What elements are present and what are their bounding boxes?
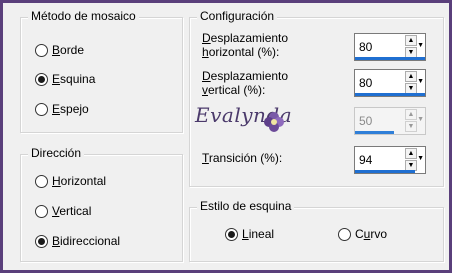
radio-esquina-indicator[interactable] bbox=[35, 72, 48, 86]
horizontal-offset-value[interactable]: 80 bbox=[359, 40, 372, 54]
transition-slider-bar[interactable] bbox=[355, 170, 415, 173]
radio-curvo[interactable]: Curvo bbox=[338, 225, 387, 243]
horizontal-offset-label: Desplazamiento horizontal (%): bbox=[202, 31, 289, 59]
radio-curvo-indicator[interactable] bbox=[338, 227, 351, 241]
radio-curvo-label: Curvo bbox=[355, 227, 388, 241]
radio-lineal-label: Lineal bbox=[242, 227, 275, 241]
disabled-spinbox-arrows: ▲ ▼ bbox=[405, 109, 417, 133]
vertical-offset-arrows[interactable]: ▲ ▼ bbox=[405, 71, 417, 95]
arrow-up-icon: ▲ bbox=[405, 109, 417, 120]
arrow-up-icon[interactable]: ▲ bbox=[405, 148, 417, 159]
radio-lineal-indicator[interactable] bbox=[225, 227, 238, 241]
radio-horizontal[interactable]: Horizontal bbox=[35, 172, 106, 190]
config-group: Configuración Desplazamiento horizontal … bbox=[189, 9, 444, 187]
vertical-offset-slider-bar[interactable] bbox=[355, 93, 425, 96]
arrow-up-icon[interactable]: ▲ bbox=[405, 71, 417, 82]
radio-vertical[interactable]: Vertical bbox=[35, 202, 91, 220]
radio-espejo-label: Espejo bbox=[52, 102, 89, 116]
radio-bidireccional[interactable]: Bidireccional bbox=[35, 232, 120, 250]
disabled-spinbox-value: 50 bbox=[359, 114, 373, 128]
dropdown-icon[interactable]: ▼ bbox=[417, 155, 424, 162]
horizontal-offset-spinbox[interactable]: 80 ▲ ▼ ▼ bbox=[354, 33, 426, 61]
radio-bidireccional-indicator[interactable] bbox=[35, 234, 48, 248]
radio-horizontal-label: Horizontal bbox=[52, 174, 107, 188]
radio-borde-label: Borde bbox=[52, 43, 85, 57]
transition-arrows[interactable]: ▲ ▼ bbox=[405, 148, 417, 172]
transition-label: Transición (%): bbox=[202, 151, 283, 165]
radio-esquina-label: Esquina bbox=[52, 72, 96, 86]
mosaic-method-group: Método de mosaico Borde Esquina Espejo bbox=[20, 9, 183, 133]
corner-style-title: Estilo de esquina bbox=[197, 199, 295, 213]
arrow-down-icon: ▼ bbox=[405, 121, 417, 132]
transition-spinbox[interactable]: 94 ▲ ▼ ▼ bbox=[354, 146, 426, 174]
radio-esquina[interactable]: Esquina bbox=[35, 70, 95, 88]
disabled-spinbox: 50 ▲ ▼ ▼ bbox=[354, 107, 426, 135]
direction-title: Dirección bbox=[28, 146, 85, 160]
dropdown-icon: ▼ bbox=[417, 116, 424, 123]
arrow-up-icon[interactable]: ▲ bbox=[405, 35, 417, 46]
radio-bidireccional-label: Bidireccional bbox=[52, 234, 121, 248]
dialog-frame: Método de mosaico Borde Esquina Espejo D… bbox=[0, 0, 452, 273]
radio-espejo-indicator[interactable] bbox=[35, 102, 48, 116]
vertical-offset-label: Desplazamiento vertical (%): bbox=[202, 69, 289, 97]
flower-icon bbox=[264, 112, 284, 132]
config-title: Configuración bbox=[197, 9, 278, 23]
mosaic-method-title: Método de mosaico bbox=[28, 9, 139, 23]
vertical-offset-value[interactable]: 80 bbox=[359, 76, 372, 90]
horizontal-offset-slider-bar[interactable] bbox=[355, 57, 425, 60]
radio-lineal[interactable]: Lineal bbox=[225, 225, 274, 243]
dropdown-icon[interactable]: ▼ bbox=[417, 42, 424, 49]
radio-borde[interactable]: Borde bbox=[35, 41, 84, 59]
radio-espejo[interactable]: Espejo bbox=[35, 100, 89, 118]
vertical-offset-spinbox[interactable]: 80 ▲ ▼ ▼ bbox=[354, 69, 426, 97]
radio-horizontal-indicator[interactable] bbox=[35, 174, 48, 188]
radio-vertical-label: Vertical bbox=[52, 204, 92, 218]
disabled-spinbox-slider-bar bbox=[355, 131, 394, 134]
radio-vertical-indicator[interactable] bbox=[35, 204, 48, 218]
transition-value[interactable]: 94 bbox=[359, 153, 372, 167]
direction-group: Dirección Horizontal Vertical Bidireccio… bbox=[20, 146, 183, 262]
horizontal-offset-arrows[interactable]: ▲ ▼ bbox=[405, 35, 417, 59]
dropdown-icon[interactable]: ▼ bbox=[417, 78, 424, 85]
radio-borde-indicator[interactable] bbox=[35, 43, 48, 57]
corner-style-group: Estilo de esquina Lineal Curvo bbox=[189, 199, 444, 262]
